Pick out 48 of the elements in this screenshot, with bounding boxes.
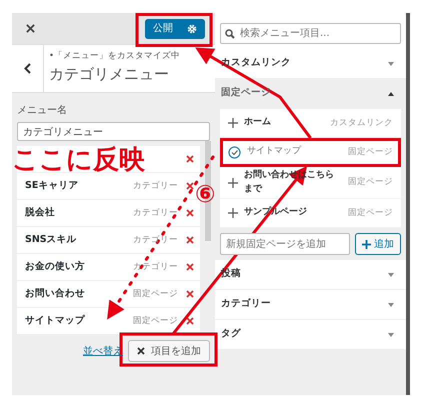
remove-icon[interactable] (186, 263, 194, 271)
gear-icon[interactable] (187, 24, 197, 34)
item-title: サイトマップ (25, 314, 86, 328)
item-title: SNSスキル (25, 232, 78, 247)
new-page-field[interactable]: 新規固定ページを追加 (220, 233, 350, 255)
item-title: SEキャリア (25, 178, 80, 193)
caret-down-icon (388, 302, 394, 306)
caret-up-icon (388, 92, 394, 96)
field-label: メニュー名 (17, 104, 68, 118)
plus-icon (362, 240, 371, 248)
back-icon[interactable] (24, 63, 31, 74)
remove-icon[interactable] (186, 182, 194, 190)
item-type: 固定ページ (133, 314, 178, 328)
item-title: お問い合わせ (25, 286, 86, 301)
plus-icon (228, 208, 238, 218)
item-type: カテゴリー (133, 260, 178, 274)
item-title: 脱会社 (25, 206, 56, 220)
check-icon (228, 146, 241, 158)
close-icon[interactable] (26, 24, 35, 33)
add-item-button[interactable]: 項目を追加 (128, 340, 210, 362)
item-title: お金の使い方 (25, 260, 86, 274)
cross-icon (137, 347, 145, 355)
remove-icon[interactable] (186, 317, 194, 325)
plus-icon (228, 178, 238, 188)
step-number: ⑥ (195, 182, 216, 206)
remove-icon[interactable] (186, 290, 194, 298)
item-type: 固定ページ (133, 288, 178, 300)
search-field[interactable]: 検索メニュー項目... (220, 23, 401, 44)
caret-down-icon (388, 272, 394, 276)
available-item[interactable]: ホーム カスタムリンク (220, 109, 401, 138)
section-header[interactable]: カテゴリー (215, 290, 406, 320)
caret-down-icon (388, 332, 394, 336)
remove-icon[interactable] (186, 155, 194, 163)
caret-down-icon (388, 62, 394, 66)
section-header[interactable]: タグ (215, 320, 406, 350)
item-type: カテゴリー (133, 206, 178, 220)
panel-title: カテゴリメニュー (49, 64, 170, 85)
menu-name-field[interactable]: カテゴリメニュー (17, 122, 210, 141)
breadcrumb: •「メニュー」をカスタマイズ中 (49, 50, 180, 63)
remove-icon[interactable] (186, 209, 194, 217)
add-button[interactable]: 追加 (355, 233, 401, 255)
item-type: カテゴリー (133, 180, 178, 192)
remove-icon[interactable] (186, 236, 194, 244)
publish-button[interactable]: 公開 (145, 18, 205, 38)
item-type: カテゴリー (133, 234, 178, 246)
available-item[interactable]: サイトマップ 固定ページ (220, 138, 401, 167)
annotation-caption: ここに反映 (12, 147, 145, 173)
plus-icon (228, 118, 238, 128)
